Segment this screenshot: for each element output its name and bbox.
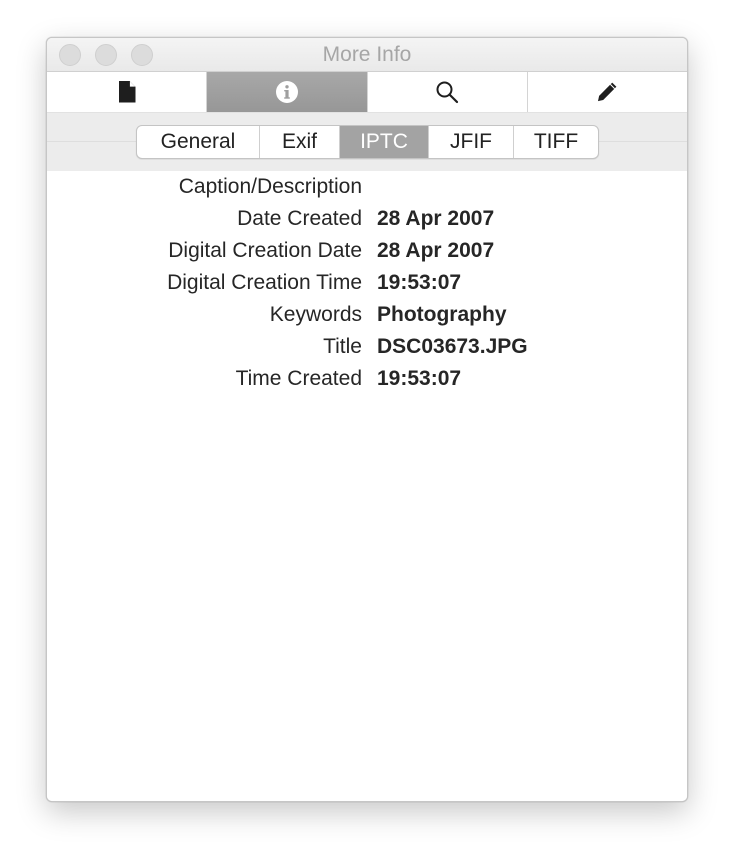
metadata-value: 19:53:07 — [377, 271, 462, 294]
tab-edit[interactable] — [528, 72, 687, 112]
metadata-value: Photography — [377, 303, 507, 326]
tab-general-info[interactable] — [47, 72, 208, 112]
metadata-row: Keywords Photography — [47, 301, 687, 333]
metadata-label: Digital Creation Date — [168, 239, 362, 262]
segment-exif[interactable]: Exif — [260, 126, 340, 158]
metadata-row: Title DSC03673.JPG — [47, 333, 687, 365]
inspector-toolbar — [47, 71, 687, 113]
metadata-label: Time Created — [235, 367, 362, 390]
metadata-value: 28 Apr 2007 — [377, 207, 495, 230]
metadata-label: Caption/Description — [178, 175, 362, 198]
segment-tiff[interactable]: TIFF — [514, 126, 598, 158]
metadata-value: 19:53:07 — [377, 367, 462, 390]
metadata-label: Title — [323, 335, 362, 358]
search-icon — [435, 80, 459, 104]
metadata-row: Time Created 19:53:07 — [47, 365, 687, 397]
document-icon — [117, 80, 137, 104]
metadata-label: Digital Creation Time — [167, 271, 362, 294]
segment-general[interactable]: General — [137, 126, 260, 158]
info-icon — [275, 80, 299, 104]
pencil-icon — [595, 80, 619, 104]
metadata-row: Caption/Description — [47, 173, 687, 205]
metadata-value: 28 Apr 2007 — [377, 239, 495, 262]
metadata-row: Digital Creation Date 28 Apr 2007 — [47, 237, 687, 269]
metadata-label: Date Created — [237, 207, 362, 230]
metadata-label: Keywords — [269, 303, 362, 326]
metadata-row: Date Created 28 Apr 2007 — [47, 205, 687, 237]
metadata-row: Digital Creation Time 19:53:07 — [47, 269, 687, 301]
segment-bar: General Exif IPTC JFIF TIFF — [47, 112, 687, 171]
window-title: More Info — [322, 43, 412, 66]
more-info-window: More Info General Exif IPTC JFIF TIFF Ca… — [46, 37, 688, 802]
segment-iptc[interactable]: IPTC — [340, 126, 429, 158]
title-bar[interactable]: More Info — [47, 38, 687, 71]
metadata-value: DSC03673.JPG — [377, 335, 528, 358]
tab-search[interactable] — [368, 72, 528, 112]
segment-jfif[interactable]: JFIF — [429, 126, 514, 158]
tab-more-info[interactable] — [207, 72, 368, 112]
metadata-type-segmented-control: General Exif IPTC JFIF TIFF — [136, 125, 599, 159]
metadata-list: Caption/Description Date Created 28 Apr … — [47, 171, 687, 801]
